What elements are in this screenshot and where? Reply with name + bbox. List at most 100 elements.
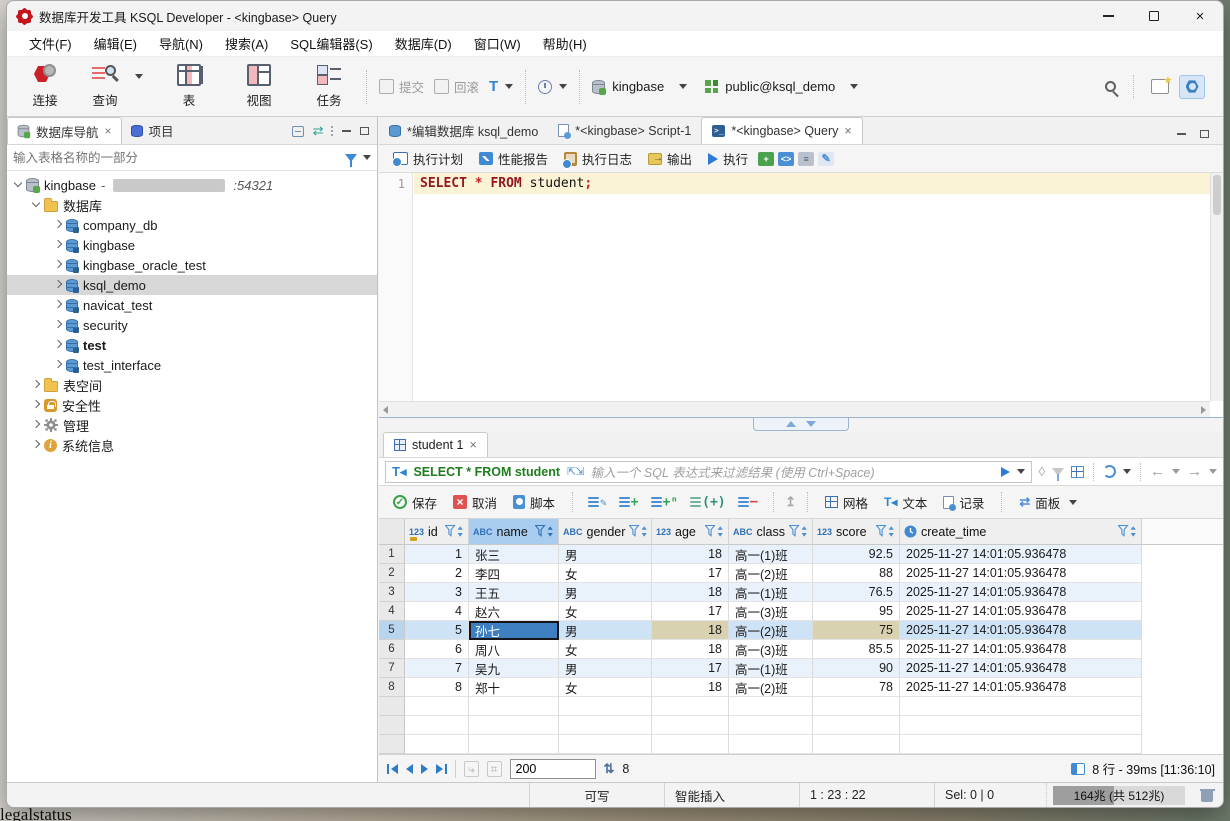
tree-node-tablespaces[interactable]: 表空间 bbox=[7, 375, 377, 395]
tab-student-result[interactable]: student 1 × bbox=[383, 432, 488, 457]
forward-caret[interactable] bbox=[1209, 469, 1217, 474]
chevron-down-icon[interactable] bbox=[31, 198, 41, 208]
chevron-right-icon[interactable] bbox=[53, 299, 63, 309]
filter-sort-icon[interactable] bbox=[535, 525, 554, 538]
tree-db-test_interface[interactable]: test_interface bbox=[7, 355, 377, 375]
table-button[interactable]: 表 bbox=[159, 60, 219, 114]
menu-window[interactable]: 窗口(W) bbox=[464, 31, 531, 56]
filter-sort-icon[interactable] bbox=[789, 525, 808, 538]
refresh-icon[interactable] bbox=[1103, 465, 1116, 478]
row-number[interactable]: 7 bbox=[379, 659, 405, 678]
chevron-right-icon[interactable] bbox=[31, 419, 41, 429]
menu-file[interactable]: 文件(F) bbox=[19, 31, 82, 56]
selected-cell[interactable]: 孙七 bbox=[469, 621, 559, 640]
rollback-button[interactable]: 回滚 bbox=[429, 73, 484, 100]
corner-header-cell[interactable] bbox=[379, 519, 405, 544]
panels-button[interactable]: ⇄ 面板 bbox=[1013, 490, 1083, 515]
row-number[interactable]: 4 bbox=[379, 602, 405, 621]
panel-minimize-icon[interactable] bbox=[342, 130, 351, 132]
schema-selector[interactable]: public@ksql_demo bbox=[700, 75, 863, 98]
execute-button[interactable]: 执行 bbox=[702, 146, 754, 171]
page-size-input[interactable] bbox=[509, 758, 596, 779]
tree-folder-databases[interactable]: 数据库 bbox=[7, 195, 377, 215]
chevron-right-icon[interactable] bbox=[53, 359, 63, 369]
connection-selector[interactable]: kingbase bbox=[587, 75, 692, 98]
view-menu-icon[interactable] bbox=[330, 125, 333, 137]
filter-sort-icon[interactable] bbox=[705, 525, 724, 538]
search-icon[interactable] bbox=[1105, 81, 1116, 92]
transaction-mode-button[interactable]: T bbox=[484, 75, 518, 98]
fetch-count-icon[interactable]: ⇅ bbox=[604, 761, 615, 777]
next-page-button[interactable] bbox=[421, 763, 428, 774]
chevron-right-icon[interactable] bbox=[53, 239, 63, 249]
row-number[interactable]: 6 bbox=[379, 640, 405, 659]
table-row[interactable]: 2 2 李四 女 17 高一(2)班 88 2025-11-27 14:01:0… bbox=[379, 564, 1223, 583]
connect-button[interactable]: 连接 bbox=[15, 60, 75, 114]
menu-help[interactable]: 帮助(H) bbox=[533, 31, 597, 56]
menu-sql-editor[interactable]: SQL编辑器(S) bbox=[280, 31, 382, 56]
collapse-all-icon[interactable] bbox=[291, 125, 304, 137]
execution-log-button[interactable]: 执行日志 bbox=[558, 146, 638, 171]
add-row-button[interactable]: + bbox=[615, 494, 643, 511]
collapse-down-icon[interactable] bbox=[806, 421, 816, 427]
tree-db-ksql_demo[interactable]: ksql_demo bbox=[7, 275, 377, 295]
chevron-right-icon[interactable] bbox=[31, 399, 41, 409]
commit-button[interactable]: 提交 bbox=[374, 73, 429, 100]
garbage-collect-icon[interactable] bbox=[1199, 788, 1215, 802]
text-view-button[interactable]: T◂ 文本 bbox=[878, 490, 933, 515]
table-row[interactable]: 4 4 赵六 女 17 高一(3)班 95 2025-11-27 14:01:0… bbox=[379, 602, 1223, 621]
column-header-score[interactable]: 123 score bbox=[813, 519, 900, 544]
back-arrow-icon[interactable]: ← bbox=[1150, 464, 1165, 479]
column-header-class[interactable]: ABC class bbox=[729, 519, 813, 544]
filter-sort-icon[interactable] bbox=[876, 525, 895, 538]
splitter-handle[interactable] bbox=[753, 418, 849, 431]
chevron-right-icon[interactable] bbox=[53, 279, 63, 289]
tab-script-1[interactable]: *<kingbase> Script-1 bbox=[548, 117, 701, 144]
table-row[interactable]: 8 8 郑十 女 18 高一(2)班 78 2025-11-27 14:01:0… bbox=[379, 678, 1223, 697]
edit-row-button[interactable]: ✎ bbox=[584, 495, 611, 510]
row-number[interactable]: 1 bbox=[379, 545, 405, 564]
query-dropdown-caret[interactable] bbox=[135, 74, 143, 79]
chevron-down-icon[interactable] bbox=[13, 178, 23, 188]
column-header-age[interactable]: 123 age bbox=[652, 519, 729, 544]
chevron-right-icon[interactable] bbox=[53, 339, 63, 349]
remove-filter-icon[interactable] bbox=[1052, 467, 1064, 481]
filter-sort-icon[interactable] bbox=[629, 525, 648, 538]
task-button[interactable]: 任务 bbox=[299, 60, 359, 114]
query-button[interactable]: 查询 bbox=[75, 60, 135, 114]
tree-db-navicat_test[interactable]: navicat_test bbox=[7, 295, 377, 315]
chevron-right-icon[interactable] bbox=[53, 319, 63, 329]
tab-database-navigator[interactable]: 数据库导航 × bbox=[7, 117, 122, 144]
refresh-caret[interactable] bbox=[1123, 469, 1131, 474]
row-number[interactable]: 8 bbox=[379, 678, 405, 697]
history-button[interactable] bbox=[533, 76, 572, 98]
table-row[interactable]: 7 7 吴九 男 17 高一(1)班 90 2025-11-27 14:01:0… bbox=[379, 659, 1223, 678]
tree-db-security[interactable]: security bbox=[7, 315, 377, 335]
filter-input[interactable]: T◂ SELECT * FROM student ⇱⇲ 输入一个 SQL 表达式… bbox=[385, 460, 1032, 483]
output-button[interactable]: 输出 bbox=[642, 146, 698, 171]
prev-page-button[interactable] bbox=[406, 763, 413, 774]
new-window-icon[interactable] bbox=[1151, 79, 1169, 94]
editor-minimize-icon[interactable] bbox=[1177, 133, 1186, 135]
tab-query[interactable]: *<kingbase> Query × bbox=[701, 117, 863, 144]
link-with-editor-icon[interactable]: ⇄ bbox=[313, 123, 324, 139]
filter-sort-icon[interactable] bbox=[1118, 525, 1137, 538]
tree-node-security[interactable]: 安全性 bbox=[7, 395, 377, 415]
tree-db-kingbase_oracle_test[interactable]: kingbase_oracle_test bbox=[7, 255, 377, 275]
save-button[interactable]: 保存 bbox=[387, 490, 443, 515]
row-number[interactable]: 3 bbox=[379, 583, 405, 602]
perspective-button[interactable] bbox=[1179, 74, 1205, 99]
editor-maximize-icon[interactable] bbox=[1200, 130, 1209, 138]
scroll-left-icon[interactable] bbox=[383, 405, 388, 414]
custom-filter-icon[interactable] bbox=[1071, 465, 1084, 478]
menu-edit[interactable]: 编辑(E) bbox=[84, 31, 147, 56]
menu-search[interactable]: 搜索(A) bbox=[215, 31, 278, 56]
export-icon[interactable]: ↥ bbox=[785, 494, 796, 510]
script-button[interactable]: 脚本 bbox=[507, 490, 561, 515]
editor-vertical-scrollbar[interactable] bbox=[1210, 173, 1223, 401]
column-header-name[interactable]: ABC name bbox=[469, 519, 559, 544]
tree-node-system-info[interactable]: 系统信息 bbox=[7, 435, 377, 455]
filter-sort-icon[interactable] bbox=[445, 525, 464, 538]
collapse-up-icon[interactable] bbox=[786, 421, 796, 427]
fetch-page-icon[interactable]: ⤷ bbox=[464, 760, 479, 777]
